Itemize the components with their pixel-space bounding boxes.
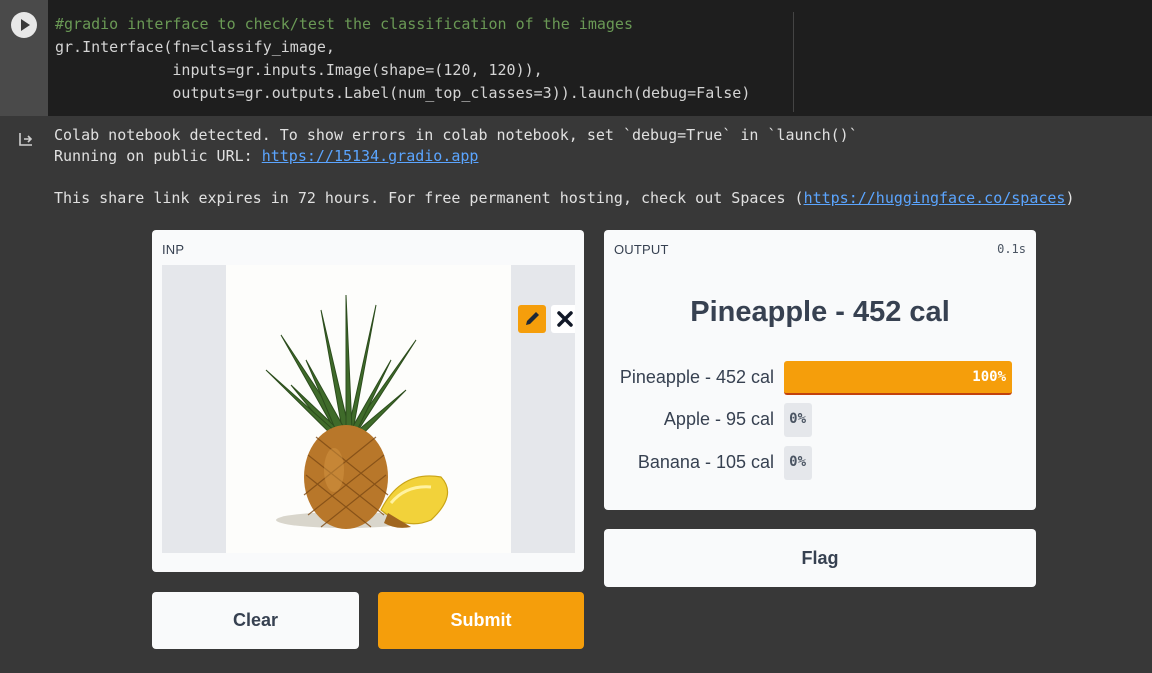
stdout-line-4-prefix: This share link expires in 72 hours. For… — [54, 189, 804, 207]
confidence-name: Banana - 105 cal — [637, 452, 774, 472]
code-line-2: gr.Interface(fn=classify_image, — [55, 38, 335, 56]
edit-image-button[interactable] — [518, 305, 546, 333]
timing-badge: 0.1s — [997, 242, 1026, 256]
confidence-bar: 0% — [784, 446, 812, 480]
confidence-value: 0% — [789, 411, 806, 427]
editor-ruler — [793, 12, 794, 112]
confidence-value: 100% — [972, 369, 1006, 385]
confidence-row: Pineapple - 452 cal 100% — [604, 361, 1036, 395]
top-prediction: Pineapple - 452 cal — [690, 296, 950, 328]
confidence-value: 0% — [789, 454, 806, 470]
confidence-bar: 100% — [784, 361, 1012, 395]
clear-image-button[interactable] — [551, 305, 575, 333]
uploaded-image — [226, 265, 511, 553]
code-line-4: outputs=gr.outputs.Label(num_top_classes… — [55, 84, 751, 102]
confidence-name: Pineapple - 452 cal — [619, 367, 774, 387]
pencil-icon — [526, 312, 539, 325]
input-panel: INP — [152, 230, 584, 572]
output-redirect-icon[interactable] — [17, 130, 35, 148]
confidence-row: Apple - 95 cal 0% — [604, 403, 1036, 437]
stdout-line-2-prefix: Running on public URL: — [54, 147, 262, 165]
flag-button[interactable]: Flag — [604, 529, 1036, 587]
output-label: OUTPUT — [614, 242, 669, 257]
stdout-line-1: Colab notebook detected. To show errors … — [54, 126, 858, 144]
confidence-row: Banana - 105 cal 0% — [604, 446, 1036, 480]
pineapple-image — [265, 294, 449, 529]
gradio-public-link[interactable]: https://15134.gradio.app — [262, 147, 479, 165]
code-line-1: #gradio interface to check/test the clas… — [55, 15, 633, 33]
stdout-line-4-suffix: ) — [1065, 189, 1075, 207]
confidence-name: Apple - 95 cal — [663, 409, 774, 429]
cell-output-text: Colab notebook detected. To show errors … — [54, 125, 1075, 209]
run-cell-button[interactable] — [11, 12, 37, 38]
close-icon — [557, 311, 573, 327]
code-line-3: inputs=gr.inputs.Image(shape=(120, 120))… — [55, 61, 543, 79]
output-panel: OUTPUT 0.1s Pineapple - 452 cal Pineappl… — [604, 230, 1036, 510]
image-input-area[interactable] — [162, 265, 575, 553]
code-editor[interactable]: #gradio interface to check/test the clas… — [48, 0, 1152, 116]
clear-button[interactable]: Clear — [152, 592, 359, 649]
code-cell: #gradio interface to check/test the clas… — [0, 0, 1152, 116]
input-label: INP — [162, 242, 185, 257]
confidence-bar: 0% — [784, 403, 812, 437]
huggingface-spaces-link[interactable]: https://huggingface.co/spaces — [804, 189, 1066, 207]
code-text: #gradio interface to check/test the clas… — [55, 13, 750, 105]
submit-button[interactable]: Submit — [378, 592, 584, 649]
cell-gutter — [0, 0, 48, 116]
